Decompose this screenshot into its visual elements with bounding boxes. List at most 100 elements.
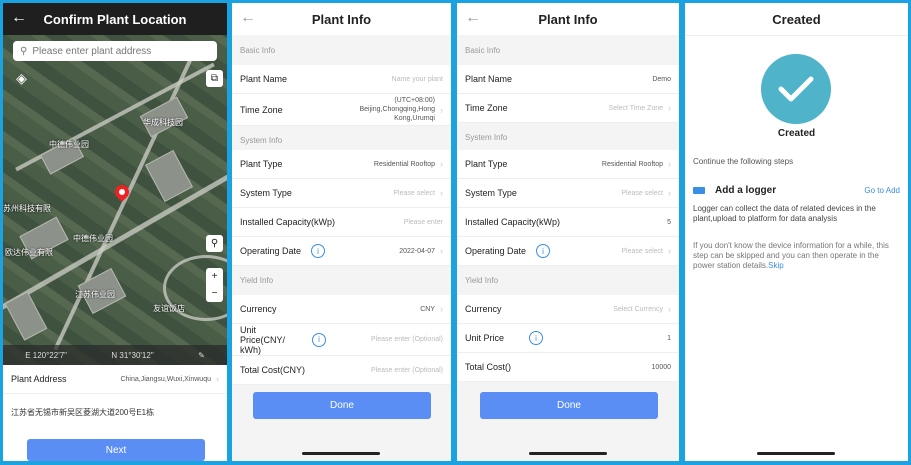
map-label: 苏州科技有限 (3, 204, 51, 213)
plant-type-value: Residential Rooftop (373, 160, 435, 168)
map-label: 友谊饭店 (153, 304, 185, 313)
plant-address-value: China,Jiangsu,Wuxi,Xinwuqu (120, 375, 211, 383)
chevron-right-icon: › (440, 104, 443, 115)
capacity-label: Installed Capacity(kWp) (240, 217, 336, 227)
operating-date-label: Operating Date (240, 246, 302, 256)
system-type-label: System Type (465, 188, 517, 198)
total-cost-row[interactable]: Total Cost(CNY) Please enter (Optional) (232, 356, 451, 385)
plant-type-label: Plant Type (240, 159, 283, 169)
add-logger-header: Add a logger Go to Add (693, 185, 900, 196)
section-yield-info: Yield Info (457, 266, 679, 295)
info-icon[interactable]: i (312, 332, 326, 347)
home-indicator (757, 452, 835, 455)
plant-type-value: Residential Rooftop (601, 160, 663, 168)
system-type-row[interactable]: System Type Please select › (232, 179, 451, 208)
continue-text: Continue the following steps (693, 157, 794, 166)
page-title: Plant Info (311, 11, 372, 27)
total-cost-input[interactable]: Please enter (Optional) (371, 367, 443, 374)
map-label: 中德伟业园 (49, 140, 89, 149)
search-icon: ⚲ (20, 45, 28, 57)
section-system-info: System Info (457, 123, 679, 152)
currency-row[interactable]: Currency Select Currency › (457, 295, 679, 324)
expand-icon[interactable]: ⧉ (206, 70, 223, 87)
operating-date-row[interactable]: Operating Date i 2022-04-07 › (232, 237, 451, 266)
latitude: N 31°30'12" (111, 350, 154, 360)
capacity-row[interactable]: Installed Capacity(kWp) 5 (457, 208, 679, 237)
currency-row[interactable]: Currency CNY › (232, 295, 451, 324)
done-button[interactable]: Done (480, 392, 658, 419)
page-title: Created (772, 11, 821, 27)
operating-date-label: Operating Date (465, 246, 527, 256)
skip-link[interactable]: Skip (768, 261, 784, 270)
plant-name-row[interactable]: Plant Name Name your plant (232, 65, 451, 94)
edit-icon[interactable]: ✎ (198, 351, 205, 360)
total-cost-label: Total Cost() (465, 362, 512, 372)
time-zone-label: Time Zone (240, 104, 283, 115)
nav-bar: ← Plant Info (457, 3, 679, 35)
info-icon[interactable]: i (311, 244, 326, 258)
currency-select[interactable]: Select Currency (613, 306, 663, 313)
chevron-right-icon: › (668, 159, 671, 169)
system-type-select[interactable]: Please select (621, 190, 663, 197)
next-button[interactable]: Next (27, 439, 205, 461)
chevron-right-icon: › (440, 188, 443, 198)
map-label: 华成科技园 (143, 118, 183, 127)
plant-name-row[interactable]: Plant Name Demo (457, 65, 679, 94)
time-zone-value: (UTC+08:00) Beijing,Chongqing,Hong Kong,… (359, 97, 436, 122)
checkmark-icon (778, 76, 814, 102)
operating-date-row[interactable]: Operating Date i Please select › (457, 237, 679, 266)
info-icon[interactable]: i (529, 331, 543, 345)
satellite-map[interactable]: ⚲ Please enter plant address ◈ ⧉ ⚲ + − 中… (3, 35, 227, 365)
confirm-location-screen: ← Confirm Plant Location ⚲ Please enter … (3, 3, 227, 461)
unit-price-input[interactable]: 1 (667, 335, 671, 342)
go-to-add-link[interactable]: Go to Add (864, 186, 900, 195)
back-arrow-icon[interactable]: ← (240, 9, 256, 27)
capacity-label: Installed Capacity(kWp) (465, 217, 561, 227)
info-icon[interactable]: i (536, 244, 551, 258)
total-cost-row[interactable]: Total Cost() 10000 (457, 353, 679, 382)
layers-icon[interactable]: ◈ (13, 70, 30, 87)
address-detail[interactable]: 江苏省无锡市新吴区菱湖大道200号E1栋 (11, 407, 154, 418)
plant-address-row[interactable]: Plant Address China,Jiangsu,Wuxi,Xinwuqu… (3, 365, 227, 394)
unit-price-label: Unit Price (465, 333, 505, 343)
capacity-input[interactable]: Please enter (404, 219, 443, 226)
home-indicator (529, 452, 607, 455)
time-zone-row[interactable]: Time Zone (UTC+08:00) Beijing,Chongqing,… (232, 94, 451, 126)
capacity-input[interactable]: 5 (667, 219, 671, 226)
currency-label: Currency (465, 304, 502, 314)
total-cost-label: Total Cost(CNY) (240, 365, 306, 375)
unit-price-row[interactable]: Unit Price i 1 (457, 324, 679, 353)
plant-type-row[interactable]: Plant Type Residential Rooftop › (232, 150, 451, 179)
chevron-right-icon: › (668, 304, 671, 314)
add-logger-title: Add a logger (715, 185, 777, 196)
plant-type-row[interactable]: Plant Type Residential Rooftop › (457, 150, 679, 179)
back-arrow-icon[interactable]: ← (465, 9, 481, 27)
system-type-row[interactable]: System Type Please select › (457, 179, 679, 208)
home-indicator (302, 452, 380, 455)
capacity-row[interactable]: Installed Capacity(kWp) Please enter (232, 208, 451, 237)
chevron-right-icon: › (440, 304, 443, 314)
total-cost-input[interactable]: 10000 (652, 364, 671, 371)
unit-price-row[interactable]: Unit Price(CNY/ kWh) i Please enter (Opti… (232, 324, 451, 356)
time-zone-row[interactable]: Time Zone Select Time Zone › (457, 94, 679, 123)
search-input[interactable]: Please enter plant address (32, 46, 151, 57)
section-basic-info: Basic Info (232, 36, 451, 65)
plant-name-input[interactable]: Name your plant (392, 76, 443, 83)
time-zone-select[interactable]: Select Time Zone (609, 105, 663, 112)
system-type-label: System Type (240, 188, 292, 198)
location-icon[interactable]: ⚲ (206, 235, 223, 252)
zoom-out-icon[interactable]: − (206, 285, 223, 302)
longitude: E 120°22'7" (25, 350, 68, 360)
operating-date-select[interactable]: Please select (621, 248, 663, 255)
plant-type-label: Plant Type (465, 159, 508, 169)
done-button[interactable]: Done (253, 392, 431, 419)
unit-price-input[interactable]: Please enter (Optional) (371, 336, 443, 343)
address-search[interactable]: ⚲ Please enter plant address (13, 41, 217, 61)
chevron-right-icon: › (668, 246, 671, 256)
zoom-in-icon[interactable]: + (206, 268, 223, 285)
back-arrow-icon[interactable]: ← (11, 9, 27, 27)
section-basic-info: Basic Info (457, 36, 679, 65)
system-type-select[interactable]: Please select (393, 190, 435, 197)
map-label: 欧达伟业有限 (5, 248, 53, 257)
plant-name-input[interactable]: Demo (652, 76, 671, 83)
